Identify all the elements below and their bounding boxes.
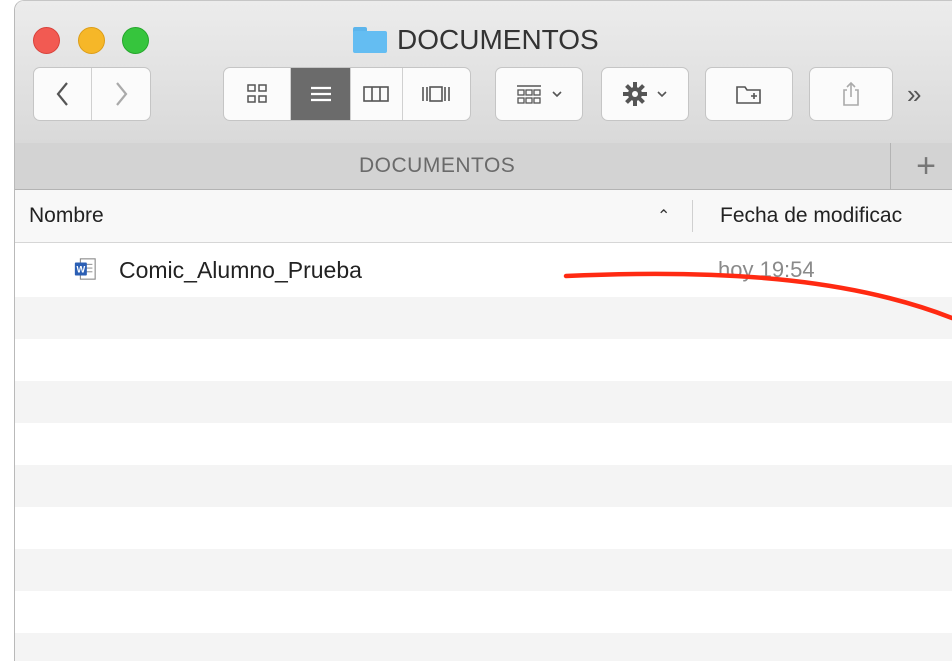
chevron-down-icon xyxy=(657,91,667,98)
cover-flow-button[interactable] xyxy=(403,68,470,120)
forward-button[interactable] xyxy=(92,68,150,120)
file-date: hoy 19:54 xyxy=(718,257,815,282)
icon-view-icon xyxy=(247,84,267,103)
column-divider[interactable] xyxy=(692,200,693,232)
view-mode-control xyxy=(223,67,471,121)
share-icon xyxy=(843,81,859,106)
share-button[interactable] xyxy=(809,67,893,121)
new-folder-button[interactable] xyxy=(705,67,793,121)
empty-row xyxy=(15,339,952,381)
toolbar-overflow-button[interactable]: » xyxy=(907,67,921,121)
svg-text:W: W xyxy=(76,265,85,275)
empty-row xyxy=(15,549,952,591)
empty-row xyxy=(15,297,952,339)
new-tab-button[interactable]: + xyxy=(890,143,952,189)
column-header: Nombre ⌃ Fecha de modificac xyxy=(15,190,952,243)
gear-icon xyxy=(623,82,647,106)
column-date-header[interactable]: Fecha de modificac xyxy=(720,190,902,242)
list-item[interactable]: W Comic_Alumno_Prueba hoy 19:54 xyxy=(15,243,952,297)
empty-row xyxy=(15,381,952,423)
empty-row xyxy=(15,465,952,507)
sort-ascending-icon: ⌃ xyxy=(657,208,671,225)
minimize-window-button[interactable] xyxy=(78,27,105,54)
chevron-left-icon xyxy=(56,82,68,106)
list-view-icon xyxy=(310,86,331,102)
empty-row xyxy=(15,591,952,633)
chevron-right-icon xyxy=(116,82,128,106)
folder-icon xyxy=(353,27,387,53)
back-forward-control xyxy=(33,67,151,121)
back-button[interactable] xyxy=(34,68,93,120)
empty-row xyxy=(15,423,952,465)
arrange-button[interactable] xyxy=(495,67,583,121)
column-name-header[interactable]: Nombre xyxy=(29,190,104,242)
word-document-icon: W xyxy=(74,258,96,280)
window-title-text: DOCUMENTOS xyxy=(397,24,599,55)
empty-row xyxy=(15,633,952,661)
icon-view-button[interactable] xyxy=(224,68,292,120)
action-button[interactable] xyxy=(601,67,689,121)
tab-bar: DOCUMENTOS + xyxy=(15,143,952,190)
tab-documentos[interactable]: DOCUMENTOS xyxy=(359,143,515,189)
chevron-down-icon xyxy=(552,91,562,98)
arrange-icon xyxy=(517,85,541,104)
title-bar: DOCUMENTOS » xyxy=(15,1,952,144)
new-folder-icon xyxy=(736,86,761,104)
column-view-button[interactable] xyxy=(351,68,403,120)
list-view-button[interactable] xyxy=(291,68,351,120)
zoom-window-button[interactable] xyxy=(122,27,149,54)
finder-window: DOCUMENTOS » DOCUMENTOS + Nombre ⌃ Fecha… xyxy=(14,0,952,661)
empty-row xyxy=(15,507,952,549)
cover-flow-icon xyxy=(422,86,451,102)
close-window-button[interactable] xyxy=(33,27,60,54)
file-list: W Comic_Alumno_Prueba hoy 19:54 xyxy=(15,243,952,661)
window-title: DOCUMENTOS xyxy=(353,23,599,57)
file-name: Comic_Alumno_Prueba xyxy=(119,257,362,283)
column-view-icon xyxy=(363,86,390,102)
